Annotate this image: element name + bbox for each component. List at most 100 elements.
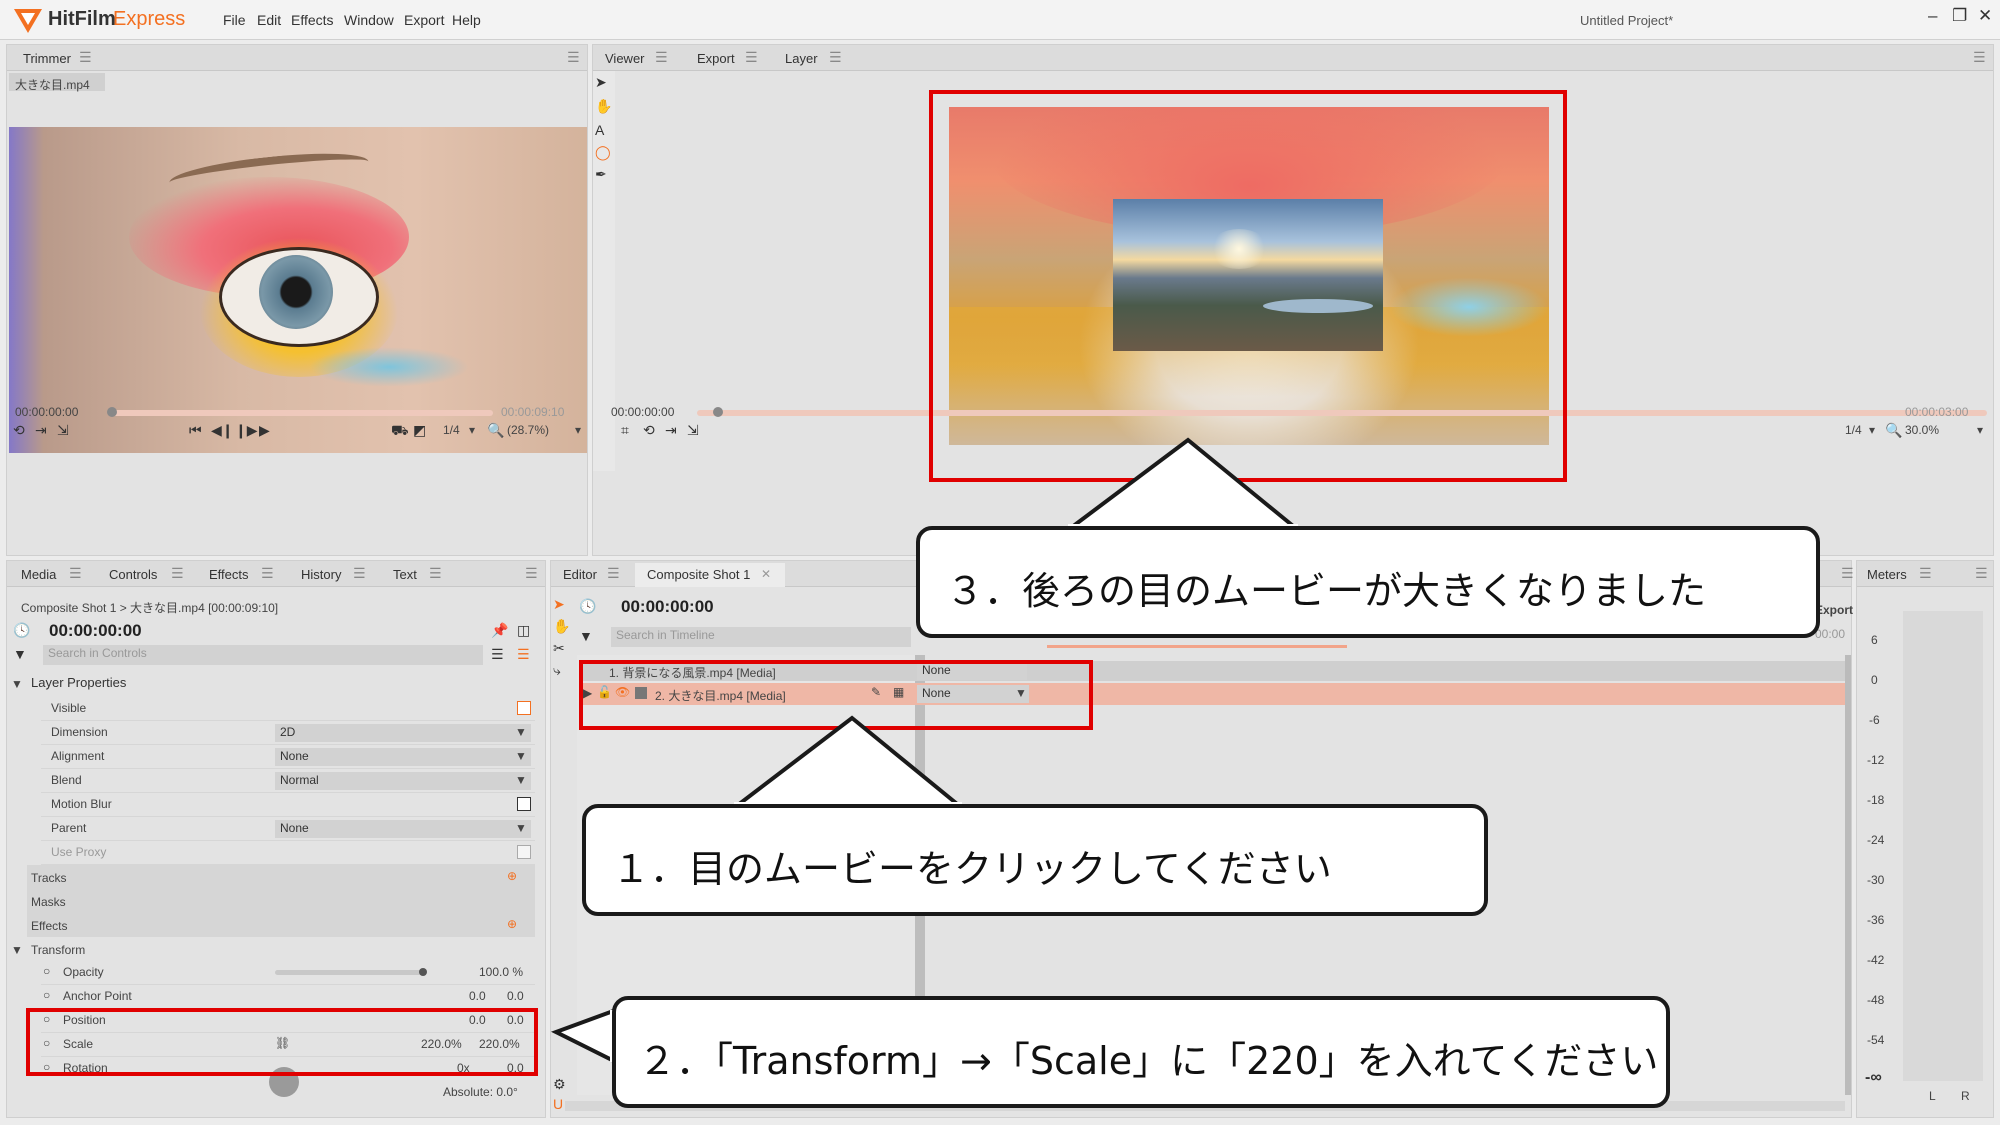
tab-history[interactable]: History: [301, 567, 341, 582]
tab-media[interactable]: Media: [21, 567, 56, 582]
dropdown-arrow-icon[interactable]: ▾: [1869, 423, 1875, 437]
hand-tool-icon[interactable]: ✋: [553, 617, 570, 635]
export-label[interactable]: Export: [1815, 603, 1853, 617]
tab-composite-shot[interactable]: Composite Shot 1: [647, 567, 750, 582]
viewer-playhead[interactable]: [713, 407, 723, 417]
section-masks[interactable]: Masks: [31, 895, 66, 909]
select-tool-icon[interactable]: ➤: [595, 73, 607, 91]
tab-effects[interactable]: Effects: [209, 567, 249, 582]
trimmer-scrubber[interactable]: [111, 410, 493, 416]
trimmer-resolution[interactable]: 1/4: [443, 423, 460, 437]
razor-tool-icon[interactable]: ✂: [553, 639, 565, 657]
menu-icon[interactable]: ☰: [429, 565, 442, 582]
menu-icon[interactable]: ☰: [829, 49, 842, 66]
step-back-icon[interactable]: ◀❙: [211, 421, 234, 439]
text-tool-icon[interactable]: A: [595, 121, 604, 139]
play-icon[interactable]: ▶: [259, 421, 270, 439]
menu-icon[interactable]: ☰: [655, 49, 668, 66]
list-view-active-icon[interactable]: ☰: [517, 645, 530, 663]
opacity-slider[interactable]: [275, 970, 425, 975]
parent-select[interactable]: None: [275, 820, 531, 838]
menu-icon[interactable]: ☰: [1919, 565, 1932, 582]
menu-icon[interactable]: ☰: [1975, 565, 1988, 582]
step-forward-icon[interactable]: ❙▶: [235, 421, 258, 439]
slip-tool-icon[interactable]: ⤷: [553, 661, 561, 679]
magnet-snap-icon[interactable]: U: [553, 1095, 563, 1113]
motion-blur-checkbox[interactable]: [517, 797, 531, 811]
transform-header[interactable]: Transform: [31, 943, 85, 957]
anchor-x-value[interactable]: 0.0: [469, 989, 486, 1003]
menu-window[interactable]: Window: [344, 12, 394, 28]
use-proxy-checkbox[interactable]: [517, 845, 531, 859]
menu-effects[interactable]: Effects: [291, 12, 334, 28]
menu-icon[interactable]: ☰: [353, 565, 366, 582]
close-icon[interactable]: ✕: [1978, 6, 1992, 26]
blend-select[interactable]: Normal: [275, 772, 531, 790]
dropdown-arrow-icon[interactable]: ▼: [515, 821, 527, 835]
opacity-slider-handle[interactable]: [419, 968, 427, 976]
alignment-select[interactable]: None: [275, 748, 531, 766]
keyframe-toggle-icon[interactable]: ○: [43, 988, 50, 1002]
settings-gear-icon[interactable]: ⚙: [553, 1075, 566, 1093]
close-tab-icon[interactable]: ✕: [761, 567, 771, 581]
dropdown-arrow-icon[interactable]: ▼: [515, 725, 527, 739]
overlay-icon[interactable]: ⇲: [57, 421, 69, 439]
menu-icon[interactable]: ☰: [79, 49, 92, 66]
dropdown-arrow-icon[interactable]: ▼: [515, 773, 527, 787]
work-area-bar[interactable]: [1047, 645, 1347, 648]
keyframe-toggle-icon[interactable]: ○: [43, 964, 50, 978]
pin-icon[interactable]: 📌: [491, 621, 508, 639]
view-options-icon[interactable]: ⛟: [391, 421, 409, 439]
viewer-resolution[interactable]: 1/4: [1845, 423, 1862, 437]
minimize-icon[interactable]: –: [1928, 6, 1937, 26]
tab-layer[interactable]: Layer: [785, 51, 818, 66]
tab-trimmer[interactable]: Trimmer: [23, 51, 71, 66]
anchor-y-value[interactable]: 0.0: [507, 989, 524, 1003]
collapse-arrow-icon[interactable]: ▼: [11, 943, 23, 957]
dropdown-arrow-icon[interactable]: ▼: [515, 749, 527, 763]
ellipse-tool-icon[interactable]: ◯: [595, 143, 611, 161]
menu-icon[interactable]: ☰: [261, 565, 274, 582]
split-view-icon[interactable]: ◫: [517, 621, 530, 639]
menu-export[interactable]: Export: [404, 12, 444, 28]
section-effects[interactable]: Effects: [31, 919, 67, 933]
tab-controls[interactable]: Controls: [109, 567, 157, 582]
menu-icon[interactable]: ☰: [69, 565, 82, 582]
dropdown-arrow-icon[interactable]: ▾: [469, 423, 475, 437]
trimmer-playhead[interactable]: [107, 407, 117, 417]
dimension-select[interactable]: 2D: [275, 724, 531, 742]
tab-text[interactable]: Text: [393, 567, 417, 582]
tab-meters[interactable]: Meters: [1867, 567, 1907, 582]
timeline-scrollbar[interactable]: [1845, 655, 1851, 1095]
snapshot-icon[interactable]: ◩: [413, 421, 426, 439]
tab-viewer[interactable]: Viewer: [605, 51, 645, 66]
controls-search-input[interactable]: Search in Controls: [43, 645, 483, 665]
visible-checkbox[interactable]: [517, 701, 531, 715]
section-tracks[interactable]: Tracks: [31, 871, 67, 885]
safe-area-icon[interactable]: ⌗: [621, 421, 629, 439]
menu-icon[interactable]: ☰: [1973, 49, 1986, 66]
select-tool-icon[interactable]: ➤: [553, 595, 565, 613]
skip-start-icon[interactable]: ⏮: [189, 421, 202, 439]
tab-editor[interactable]: Editor: [563, 567, 597, 582]
insert-icon[interactable]: ⇥: [665, 421, 677, 439]
add-icon[interactable]: ⊕: [507, 869, 517, 883]
add-icon[interactable]: ⊕: [507, 917, 517, 931]
maximize-icon[interactable]: ❐: [1952, 6, 1967, 26]
collapse-arrow-icon[interactable]: ▼: [11, 677, 23, 691]
tab-export[interactable]: Export: [697, 51, 735, 66]
loop-icon[interactable]: ⟲: [643, 421, 655, 439]
menu-help[interactable]: Help: [452, 12, 481, 28]
viewer-zoom[interactable]: 30.0%: [1905, 423, 1939, 437]
dropdown-arrow-icon[interactable]: ▾: [1977, 423, 1983, 437]
timeline-search-input[interactable]: Search in Timeline: [611, 627, 911, 647]
list-view-icon[interactable]: ☰: [491, 645, 504, 663]
layer-properties-header[interactable]: Layer Properties: [31, 675, 126, 690]
trimmer-zoom[interactable]: (28.7%): [507, 423, 549, 437]
menu-icon[interactable]: ☰: [607, 565, 620, 582]
pen-tool-icon[interactable]: ✒: [595, 165, 607, 183]
opacity-value[interactable]: 100.0 %: [479, 965, 523, 979]
overlay-icon[interactable]: ⇲: [687, 421, 699, 439]
zoom-icon[interactable]: 🔍: [1885, 421, 1902, 439]
menu-edit[interactable]: Edit: [257, 12, 281, 28]
